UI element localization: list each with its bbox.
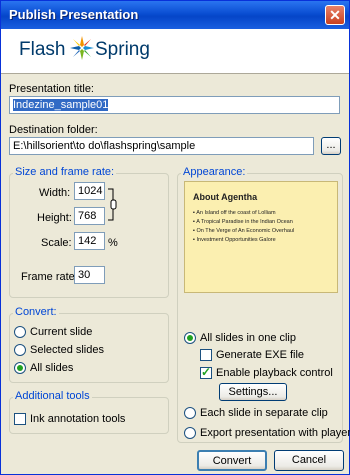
export-with-player-label[interactable]: Export presentation with player [200,427,350,439]
height-value: 768 [78,210,97,222]
scale-value: 142 [78,235,97,247]
size-group-title: Size and frame rate: [13,166,117,178]
preview-bullet: An Island off the coast of Lolliam [193,210,294,219]
width-input[interactable]: 1024 [74,182,105,200]
scale-input[interactable]: 142 [74,232,105,250]
ink-annotation-label[interactable]: Ink annotation tools [30,413,125,425]
selected-slides-label[interactable]: Selected slides [30,344,104,356]
frame-rate-input[interactable]: 30 [74,266,105,284]
publish-dialog: Publish Presentation ✕ Flash Spring Pres… [0,0,350,475]
presentation-title-label: Presentation title: [9,83,94,95]
width-value: 1024 [78,185,103,197]
scale-label: Scale: [41,237,72,249]
frame-rate-value: 30 [78,269,91,281]
all-slides-one-clip-radio[interactable] [184,332,196,344]
current-slide-label[interactable]: Current slide [30,326,92,338]
preview-bullet-list: An Island off the coast of Lolliam A Tro… [193,210,294,246]
preview-bullet: On The Verge of An Economic Overhaul [193,228,294,237]
each-slide-separate-label[interactable]: Each slide in separate clip [200,407,328,419]
logo-banner: Flash Spring [1,29,349,74]
scale-unit: % [108,237,118,249]
presentation-title-input[interactable]: Indezine_sample01 [9,96,340,114]
logo-text-spring: Spring [95,39,150,60]
logo-text-flash: Flash [19,39,66,60]
height-input[interactable]: 768 [74,207,105,225]
frame-rate-label: Frame rate: [21,271,78,283]
generate-exe-label[interactable]: Generate EXE file [216,349,304,361]
height-label: Height: [37,212,72,224]
export-with-player-radio[interactable] [184,427,196,439]
close-icon: ✕ [329,7,341,23]
width-label: Width: [39,187,71,199]
current-slide-radio[interactable] [14,326,26,338]
cancel-button[interactable]: Cancel [274,450,344,471]
window-title: Publish Presentation [9,7,139,22]
convert-group-title: Convert: [13,306,59,318]
each-slide-separate-radio[interactable] [184,407,196,419]
generate-exe-checkbox[interactable] [200,349,212,361]
enable-playback-checkbox[interactable] [200,365,212,379]
destination-folder-value: E:\hillsorient\to do\flashspring\sample [13,140,196,152]
slide-preview: About Agentha An Island off the coast of… [184,181,338,293]
flashspring-logo-icon [70,36,94,60]
all-slides-radio[interactable] [14,362,26,374]
selected-slides-radio[interactable] [14,344,26,356]
chain-link-icon[interactable] [108,186,118,224]
additional-tools-title: Additional tools [13,390,92,402]
convert-button[interactable]: Convert [197,450,267,471]
presentation-title-value: Indezine_sample01 [13,99,109,111]
all-slides-one-clip-label[interactable]: All slides in one clip [200,332,296,344]
preview-bullet: A Tropical Paradise in the Indian Ocean [193,219,294,228]
ink-annotation-checkbox[interactable] [14,413,26,425]
destination-folder-input[interactable]: E:\hillsorient\to do\flashspring\sample [9,137,314,155]
browse-button[interactable]: ... [321,137,341,155]
preview-bullet: Investment Opportunities Galore [193,237,294,246]
destination-folder-label: Destination folder: [9,124,98,136]
enable-playback-label[interactable]: Enable playback control [216,367,333,379]
appearance-group-title: Appearance: [181,166,248,178]
title-bar: Publish Presentation ✕ [1,1,349,29]
all-slides-label[interactable]: All slides [30,362,73,374]
settings-button[interactable]: Settings... [219,383,287,401]
preview-slide-title: About Agentha [193,192,258,202]
close-button[interactable]: ✕ [325,5,345,25]
